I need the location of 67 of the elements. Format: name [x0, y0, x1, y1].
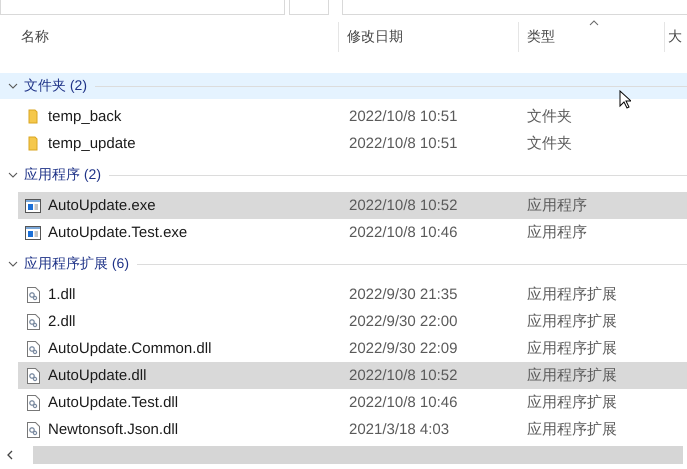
file-row[interactable]: temp_update 2022/10/8 10:51 文件夹 [18, 130, 687, 157]
modified-date: 2022/9/30 22:09 [348, 340, 458, 357]
folder-icon [28, 109, 38, 124]
file-row[interactable]: AutoUpdate.exe 2022/10/8 10:52 应用程序 [18, 192, 687, 219]
file-row[interactable]: AutoUpdate.dll 2022/10/8 10:52 应用程序扩展 [18, 362, 687, 389]
group-header[interactable]: 应用程序 (2) [0, 162, 687, 188]
file-row[interactable]: 2.dll 2022/9/30 22:00 应用程序扩展 [18, 308, 687, 335]
modified-date: 2022/9/30 22:00 [348, 313, 458, 330]
file-name: temp_back [48, 108, 122, 125]
modified-date: 2022/10/8 10:52 [348, 197, 458, 214]
group-label: 文件夹 (2) [24, 77, 87, 95]
gear-document-icon [26, 422, 40, 438]
file-type: 应用程序扩展 [526, 366, 618, 385]
file-row[interactable]: AutoUpdate.Test.exe 2022/10/8 10:46 应用程序 [18, 219, 687, 246]
file-name: AutoUpdate.exe [48, 197, 156, 214]
file-row[interactable]: Newtonsoft.Json.dll 2021/3/18 4:03 应用程序扩展 [18, 416, 687, 443]
chevron-icon[interactable] [8, 83, 18, 89]
group-label: 应用程序 (2) [24, 166, 101, 184]
file-type: 文件夹 [526, 107, 573, 126]
column-header[interactable]: 类型 [518, 22, 664, 52]
file-type: 应用程序扩展 [526, 285, 618, 304]
file-row[interactable]: AutoUpdate.Common.dll 2022/9/30 22:09 应用程序扩展 [18, 335, 687, 362]
gear-document-icon [26, 286, 40, 302]
group-header[interactable]: 应用程序扩展 (6) [0, 251, 687, 277]
modified-date: 2021/3/18 4:03 [348, 421, 450, 438]
column-header[interactable]: 修改日期 [338, 22, 518, 52]
application-window-icon [25, 226, 41, 240]
modified-date: 2022/10/8 10:46 [348, 394, 458, 411]
group-label: 应用程序扩展 (6) [24, 255, 129, 273]
file-name: AutoUpdate.Common.dll [48, 340, 212, 357]
file-name: AutoUpdate.Test.exe [48, 224, 188, 241]
file-type: 应用程序 [526, 196, 588, 215]
folder-icon [28, 136, 38, 151]
file-row[interactable]: AutoUpdate.Test.dll 2022/10/8 10:46 应用程序扩展 [18, 389, 687, 416]
gear-document-icon [26, 368, 40, 384]
chevron-icon[interactable] [8, 172, 18, 178]
file-type: 应用程序扩展 [526, 420, 618, 439]
modified-date: 2022/10/8 10:46 [348, 224, 458, 241]
column-header[interactable]: 大 [664, 22, 687, 52]
column-header[interactable]: 名称 [18, 22, 338, 52]
gear-document-icon [26, 314, 40, 330]
file-name: 1.dll [48, 286, 76, 303]
scroll-left-icon[interactable] [6, 450, 13, 460]
gear-document-icon [26, 394, 40, 410]
file-type: 应用程序扩展 [526, 339, 618, 358]
modified-date: 2022/10/8 10:52 [348, 367, 458, 384]
path-field[interactable] [0, 0, 285, 15]
mouse-cursor-icon [619, 90, 631, 109]
scrollbar-thumb[interactable] [33, 446, 683, 464]
modified-date: 2022/10/8 10:51 [348, 108, 458, 125]
modified-date: 2022/9/30 21:35 [348, 286, 458, 303]
file-type: 应用程序扩展 [526, 312, 618, 331]
group-header[interactable]: 文件夹 (2) [0, 73, 687, 99]
file-name: temp_update [48, 135, 136, 152]
application-window-icon [25, 198, 41, 212]
file-name: Newtonsoft.Json.dll [48, 421, 178, 438]
file-name: 2.dll [48, 313, 76, 330]
file-type: 文件夹 [526, 134, 573, 153]
gear-document-icon [26, 340, 40, 356]
file-row[interactable]: 1.dll 2022/9/30 21:35 应用程序扩展 [18, 281, 687, 308]
file-name: AutoUpdate.Test.dll [48, 394, 178, 411]
chevron-icon[interactable] [8, 261, 18, 267]
modified-date: 2022/10/8 10:51 [348, 135, 458, 152]
file-type: 应用程序扩展 [526, 393, 618, 412]
file-row[interactable]: temp_back 2022/10/8 10:51 文件夹 [18, 103, 687, 130]
file-type: 应用程序 [526, 223, 588, 242]
file-name: AutoUpdate.dll [48, 367, 146, 384]
